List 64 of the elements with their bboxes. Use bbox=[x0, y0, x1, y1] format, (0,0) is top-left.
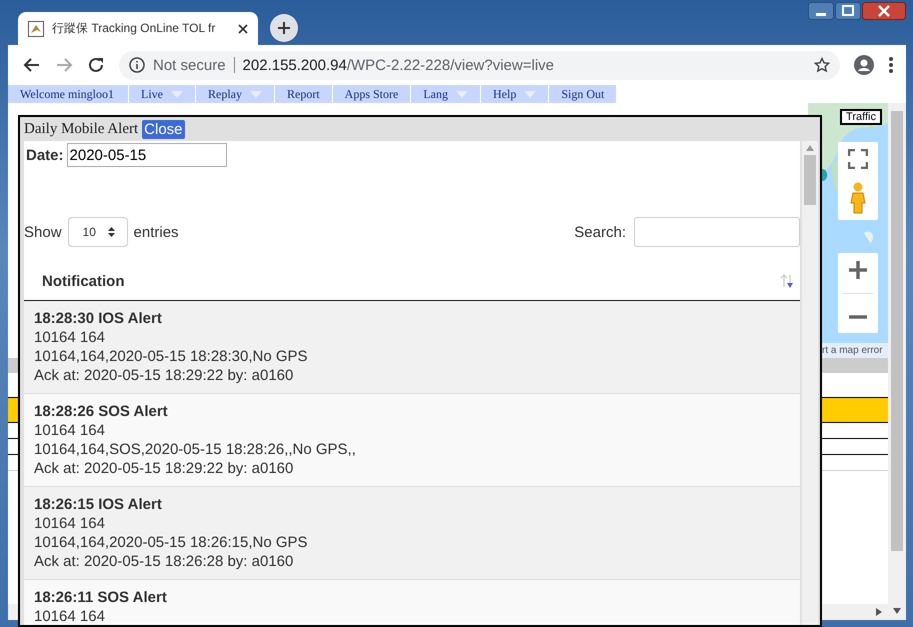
column-header[interactable]: Notification bbox=[42, 272, 124, 290]
search-label: Search: bbox=[574, 224, 626, 240]
scroll-down-icon[interactable] bbox=[893, 608, 901, 614]
alert-detail: 10164 164 bbox=[34, 514, 106, 533]
page-size-select[interactable]: 10 bbox=[68, 217, 128, 247]
scroll-right-icon[interactable] bbox=[876, 608, 882, 616]
traffic-button[interactable]: Traffic bbox=[840, 109, 882, 125]
sort-icon[interactable] bbox=[780, 273, 794, 289]
menu-item[interactable]: Welcome mingloo1 bbox=[8, 85, 129, 103]
spinner-icon bbox=[108, 227, 115, 237]
alert-detail: 10164 164 bbox=[34, 328, 106, 347]
entries-label: entries bbox=[134, 224, 179, 240]
caret-icon bbox=[171, 90, 183, 98]
fullscreen-icon[interactable] bbox=[848, 148, 868, 168]
menu-item[interactable]: Report bbox=[275, 85, 333, 103]
show-label: Show bbox=[24, 224, 62, 240]
alert-title: 18:28:30 IOS Alert bbox=[34, 309, 163, 328]
alert-title: 18:26:15 IOS Alert bbox=[34, 495, 163, 514]
caret-icon bbox=[250, 90, 262, 98]
menu-item[interactable]: Help bbox=[481, 85, 550, 103]
menu-item[interactable]: Live bbox=[129, 85, 196, 103]
star-icon[interactable] bbox=[814, 57, 830, 73]
scrollbar-thumb[interactable] bbox=[804, 155, 816, 205]
menu-item[interactable]: Sign Out bbox=[549, 85, 618, 103]
minimize-icon[interactable] bbox=[808, 2, 834, 20]
date-label: Date: bbox=[26, 146, 64, 164]
address-bar[interactable]: Not secure 202.155.200.94/WPC-2.22-228/view?view=live bbox=[119, 50, 840, 80]
alert-detail: 10164,164,SOS,2020-05-15 18:28:26,,No GPS,, bbox=[34, 440, 357, 459]
alert-detail: Ack at: 2020-05-15 18:29:22 by: a0160 bbox=[34, 366, 294, 385]
back-icon[interactable] bbox=[23, 56, 41, 74]
menu-item[interactable]: Lang bbox=[411, 85, 481, 103]
url-text: 202.155.200.94/WPC-2.22-228/view?view=live bbox=[242, 56, 555, 74]
close-button[interactable]: Close bbox=[142, 120, 185, 138]
date-field[interactable]: 2020-05-15 bbox=[66, 143, 227, 167]
alert-title: 18:26:11 SOS Alert bbox=[34, 588, 168, 607]
alert-detail: 10164,164,2020-05-15 18:28:30,No GPS bbox=[34, 347, 309, 366]
reload-icon[interactable] bbox=[87, 56, 105, 74]
close-icon[interactable] bbox=[862, 2, 906, 20]
maximize-icon[interactable] bbox=[835, 2, 861, 20]
menu-item[interactable]: Apps Store bbox=[332, 85, 412, 103]
scrollbar-thumb[interactable] bbox=[891, 111, 903, 551]
menu-icon[interactable] bbox=[888, 56, 894, 74]
app-logo-icon bbox=[28, 20, 44, 36]
caret-icon bbox=[456, 90, 468, 98]
caret-icon bbox=[524, 90, 536, 98]
search-field[interactable] bbox=[634, 217, 800, 247]
browser-tab[interactable]: 行蹤保 Tracking OnLine TOL fr bbox=[18, 12, 258, 45]
alert-detail: 10164 164 bbox=[34, 607, 106, 625]
pegman-icon[interactable] bbox=[850, 182, 866, 214]
alert-detail: Ack at: 2020-05-15 18:26:28 by: a0160 bbox=[34, 552, 294, 571]
new-tab-icon[interactable] bbox=[270, 14, 298, 42]
profile-icon[interactable] bbox=[854, 55, 874, 75]
dialog-title: Daily Mobile Alert bbox=[24, 120, 138, 138]
menu-item[interactable]: Replay bbox=[196, 85, 275, 103]
map-error-link[interactable]: rt a map error bbox=[822, 343, 888, 358]
alert-detail: Ack at: 2020-05-15 18:29:22 by: a0160 bbox=[34, 459, 294, 478]
info-icon bbox=[129, 57, 145, 73]
security-label: Not secure bbox=[153, 56, 226, 74]
zoom-in-icon[interactable] bbox=[848, 260, 868, 280]
alert-title: 18:28:26 SOS Alert bbox=[34, 402, 169, 421]
tab-title: 行蹤保 Tracking OnLine TOL fr bbox=[52, 20, 216, 37]
alert-detail: 10164 164 bbox=[34, 421, 106, 440]
alert-detail: 10164,164,2020-05-15 18:26:15,No GPS bbox=[34, 533, 309, 552]
close-icon[interactable] bbox=[238, 24, 248, 34]
